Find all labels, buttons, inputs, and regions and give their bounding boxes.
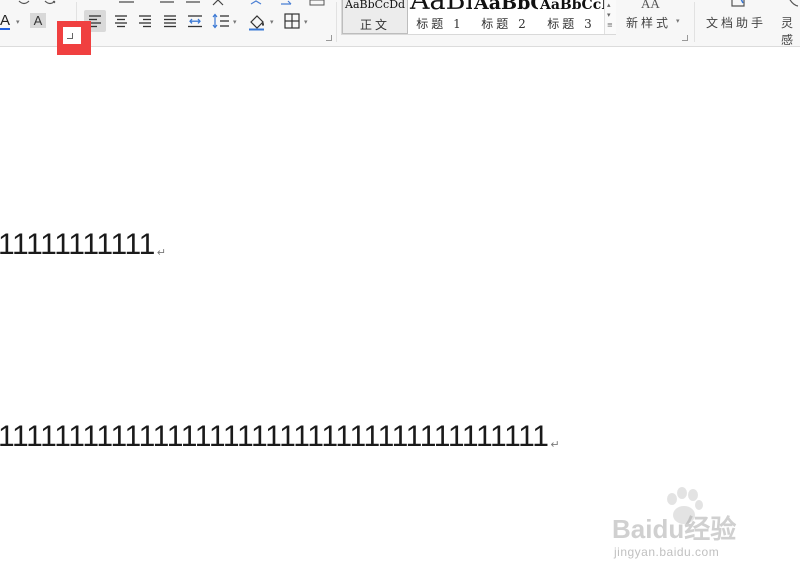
new-style-button[interactable]: 新样式 <box>626 14 671 31</box>
line-text: 111111111111111111111111111111111111111 <box>0 420 549 453</box>
gallery-more-icon[interactable]: ≡ <box>607 21 613 29</box>
style-heading3-tile[interactable]: AaBbCcI 标题 3 <box>538 0 604 34</box>
new-style-icon[interactable]: AA <box>638 0 668 10</box>
doc-assistant-button[interactable]: 文档助手 <box>706 14 766 31</box>
style-name: 正文 <box>359 18 390 32</box>
baidu-watermark: Baidu经验 jingyan.baidu.com <box>612 487 762 567</box>
shading-icon[interactable] <box>246 10 268 32</box>
scroll-down-icon[interactable]: ▾ <box>607 11 611 19</box>
font-color-button[interactable]: A <box>0 12 14 30</box>
line-text: 11111111111 <box>0 228 155 261</box>
style-gallery: AaBbCcDd 正文 AaBl 标题 1 AaBbC 标题 2 AaBbCcI… <box>341 0 616 35</box>
style-preview: AaBbC <box>474 0 538 14</box>
paragraph-mark-icon: ↵ <box>156 247 166 259</box>
numbering-icon[interactable] <box>116 0 136 5</box>
table-top-icon[interactable] <box>308 0 326 6</box>
text-direction-icon[interactable] <box>210 0 226 6</box>
ribbon-toolbar: A ▾ A ▾ ▾ ▾ AaBbCcDd 正文 AaBl 标题 1 AaBbC … <box>0 0 800 47</box>
doc-assistant-icon[interactable] <box>728 0 750 10</box>
undo-icon[interactable] <box>16 0 32 6</box>
font-color-icon: A <box>0 12 11 29</box>
font-color-dropdown-icon[interactable]: ▾ <box>16 19 20 26</box>
style-preview: AaBbCcI <box>540 0 604 13</box>
document-line: 11111111111 ↵ <box>0 228 166 270</box>
sort-icon[interactable] <box>248 0 264 6</box>
char-shading-icon[interactable]: A <box>30 13 46 28</box>
decrease-indent-icon[interactable] <box>158 0 176 5</box>
style-preview: AaBl <box>410 0 472 16</box>
align-center-icon[interactable] <box>110 10 132 32</box>
paragraph-mark-icon: ↵ <box>550 439 560 451</box>
group-separator <box>336 2 337 42</box>
styles-launcher-icon[interactable] <box>682 35 688 41</box>
show-marks-icon[interactable] <box>278 0 294 6</box>
style-name: 标题 3 <box>547 17 595 31</box>
style-heading1-tile[interactable]: AaBl 标题 1 <box>408 0 472 34</box>
watermark-url: jingyan.baidu.com <box>614 545 720 559</box>
svg-text:AA: AA <box>641 0 660 10</box>
inspiration-button[interactable]: 灵感 <box>781 14 800 46</box>
inspiration-icon[interactable] <box>786 0 800 10</box>
distributed-align-icon[interactable] <box>184 10 206 32</box>
style-name: 标题 2 <box>481 17 529 31</box>
document-line: 111111111111111111111111111111111111111 ↵ <box>0 420 560 462</box>
justify-icon[interactable] <box>159 10 181 32</box>
style-preview: AaBbCcDd <box>345 0 406 11</box>
line-spacing-icon[interactable] <box>210 10 232 32</box>
style-name: 标题 1 <box>416 17 464 31</box>
redo-icon[interactable] <box>42 0 58 6</box>
borders-icon[interactable] <box>281 10 303 32</box>
group-separator <box>694 2 695 42</box>
watermark-brand: Baidu经验 <box>612 514 737 544</box>
font-color-bar <box>0 28 10 30</box>
line-spacing-dropdown-icon[interactable]: ▾ <box>233 19 237 26</box>
shading-dropdown-icon[interactable]: ▾ <box>270 19 274 26</box>
style-normal-tile[interactable]: AaBbCcDd 正文 <box>342 0 408 34</box>
scroll-up-icon[interactable]: ▴ <box>607 1 611 9</box>
font-settings-launcher-icon[interactable] <box>67 33 73 39</box>
style-heading2-tile[interactable]: AaBbC 标题 2 <box>472 0 538 34</box>
new-style-dropdown-icon[interactable]: ▾ <box>676 18 680 25</box>
style-gallery-scroll[interactable]: ▴ ▾ ≡ <box>604 0 616 34</box>
borders-dropdown-icon[interactable]: ▾ <box>304 19 308 26</box>
increase-indent-icon[interactable] <box>184 0 202 5</box>
align-right-icon[interactable] <box>134 10 156 32</box>
paragraph-settings-launcher-icon[interactable] <box>326 35 332 41</box>
